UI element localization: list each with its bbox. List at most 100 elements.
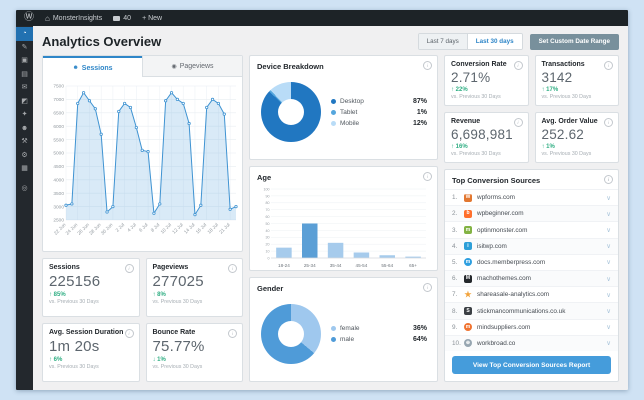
source-row-docs.memberpress.com[interactable]: 5. m docs.memberpress.com ∨ [445, 253, 618, 270]
menu-posts[interactable]: ✎ [16, 41, 33, 55]
chevron-down-icon[interactable]: ∨ [606, 291, 611, 299]
page-header: Analytics Overview Last 7 days Last 30 d… [33, 26, 628, 55]
legend-label: female [340, 325, 360, 332]
new-content-menu[interactable]: + New [142, 15, 162, 22]
last-30-days-button[interactable]: Last 30 days [466, 34, 522, 49]
site-menu[interactable]: ⌂ MonsterInsights [45, 14, 102, 23]
info-icon[interactable] [228, 264, 237, 273]
chevron-down-icon[interactable]: ∨ [606, 258, 611, 266]
source-rank: 2. [452, 210, 458, 218]
tab-sessions[interactable]: ☻ Sessions [43, 56, 142, 78]
source-domain: docs.memberpress.com [477, 258, 546, 266]
legend-item-female: female 36% [331, 325, 427, 332]
chart-tabs: ☻ Sessions ◉ Pageviews [43, 56, 242, 78]
source-row-optinmonster.com[interactable]: 3. m optinmonster.com ∨ [445, 221, 618, 237]
chevron-down-icon[interactable]: ∨ [606, 226, 611, 234]
site-favicon-icon: ⊕ [464, 339, 472, 348]
comments-menu[interactable]: 40 [113, 15, 131, 22]
info-icon[interactable] [604, 61, 613, 70]
date-range-toggle: Last 7 days Last 30 days [417, 33, 523, 50]
legend-value: 12% [412, 119, 427, 127]
menu-appearance[interactable]: ◩ [16, 95, 33, 109]
device-donut-chart [261, 82, 321, 142]
chevron-down-icon[interactable]: ∨ [606, 339, 611, 347]
stat-card-pageviews: Pageviews 277025 ↑ 8%vs. Previous 30 Days [145, 258, 243, 317]
source-row-stickmancommunications.co.uk[interactable]: 8. Sstickmancommunications.co.uk ∨ [445, 302, 618, 319]
source-row-wpbeginner.com[interactable]: 2. b wpbeginner.com ∨ [445, 205, 618, 222]
menu-collapse[interactable]: ◎ [16, 182, 33, 196]
device-breakdown-card: Device Breakdown Desktop 87% Tablet 1% Mobil… [249, 55, 438, 160]
svg-text:4500: 4500 [53, 164, 64, 170]
svg-text:10: 10 [266, 250, 270, 254]
set-custom-date-range-button[interactable]: Set Custom Date Range [529, 33, 619, 50]
chevron-down-icon[interactable]: ∨ [606, 242, 611, 250]
legend-dot-icon [331, 120, 336, 126]
view-report-button[interactable]: View Top Conversion Sources Report [452, 356, 611, 374]
gender-title: Gender [257, 284, 284, 293]
age-title: Age [257, 173, 272, 182]
info-icon[interactable] [513, 118, 523, 127]
info-icon[interactable] [423, 172, 432, 181]
stat-change: ↑ 8% [152, 292, 166, 298]
menu-monsterinsights-dashboard[interactable]: ◔ [16, 27, 33, 41]
source-row-isitwp.com[interactable]: 4. i isitwp.com ∨ [445, 237, 618, 254]
source-row-machothemes.com[interactable]: 6. Mmachothemes.com ∨ [445, 270, 618, 287]
source-row-mindsuppliers.com[interactable]: 9. m mindsuppliers.com ∨ [445, 318, 618, 335]
stat-value: 75.77% [152, 338, 205, 355]
chevron-down-icon[interactable]: ∨ [606, 323, 611, 331]
gender-card: Gender female 36% male 64% [249, 277, 438, 382]
legend-label: Mobile [340, 119, 360, 127]
svg-text:90: 90 [266, 194, 270, 198]
svg-text:7000: 7000 [53, 97, 64, 103]
svg-text:70: 70 [266, 208, 270, 212]
info-icon[interactable] [513, 61, 523, 70]
site-favicon-icon: b [464, 209, 472, 218]
stat-title: Bounce Rate [152, 329, 196, 336]
source-domain: stickmancommunications.co.uk [477, 307, 566, 315]
stat-title: Avg. Session Duration [49, 329, 124, 336]
legend-dot-icon [331, 109, 336, 115]
menu-comments[interactable]: ✉ [16, 81, 33, 95]
tab-pageviews[interactable]: ◉ Pageviews [142, 56, 242, 77]
info-icon[interactable] [228, 329, 237, 338]
svg-text:2 Jul: 2 Jul [115, 222, 126, 233]
source-row-shareasale-analytics.com[interactable]: 7. ★ shareasale-analytics.com ∨ [445, 286, 618, 302]
source-row-workbroad.co[interactable]: 10. ⊕ workbroad.co ∨ [445, 334, 618, 352]
info-icon[interactable] [124, 264, 134, 273]
svg-text:6500: 6500 [53, 111, 64, 117]
svg-text:10 Jul: 10 Jul [160, 222, 173, 235]
source-rank: 4. [452, 242, 458, 250]
menu-media[interactable]: ▣ [16, 54, 33, 68]
svg-text:5500: 5500 [53, 137, 64, 143]
info-icon[interactable] [423, 283, 432, 292]
info-icon[interactable] [124, 329, 134, 338]
chevron-down-icon[interactable]: ∨ [606, 275, 611, 283]
comments-count: 40 [123, 14, 132, 22]
menu-users[interactable]: ☻ [16, 122, 33, 136]
legend-value: 36% [412, 325, 427, 332]
menu-pages[interactable]: ▤ [16, 68, 33, 82]
svg-text:35-44: 35-44 [330, 263, 342, 268]
stat-vs-label: vs. Previous 30 Days [49, 299, 99, 305]
chevron-down-icon[interactable]: ∨ [606, 307, 611, 315]
source-row-wpforms.com[interactable]: 1. Wwpforms.com ∨ [445, 189, 618, 205]
top-conversion-sources-title: Top Conversion Sources [445, 170, 618, 189]
info-icon[interactable] [423, 61, 432, 70]
wordpress-logo-icon[interactable]: Ⓦ [24, 13, 34, 23]
chevron-down-icon[interactable]: ∨ [606, 194, 611, 202]
svg-text:6000: 6000 [53, 124, 64, 130]
svg-text:25-34: 25-34 [304, 263, 316, 268]
info-icon[interactable] [604, 175, 613, 184]
info-icon[interactable] [604, 118, 613, 127]
menu-plugins[interactable]: ✦ [16, 108, 33, 122]
chevron-down-icon[interactable]: ∨ [606, 210, 611, 218]
stat-value: 6,698,981 [451, 127, 513, 142]
menu-analytics[interactable]: ▦ [16, 162, 33, 176]
svg-text:40: 40 [266, 229, 270, 233]
menu-tools[interactable]: ⚒ [16, 135, 33, 149]
menu-settings[interactable]: ⚙ [16, 149, 33, 163]
gender-legend: female 36% male 64% [331, 325, 430, 343]
top-conversion-sources-card: Top Conversion Sources 1.Wwpforms.com∨ 2.… [444, 169, 619, 382]
last-7-days-button[interactable]: Last 7 days [418, 34, 467, 49]
svg-text:65+: 65+ [409, 263, 417, 268]
